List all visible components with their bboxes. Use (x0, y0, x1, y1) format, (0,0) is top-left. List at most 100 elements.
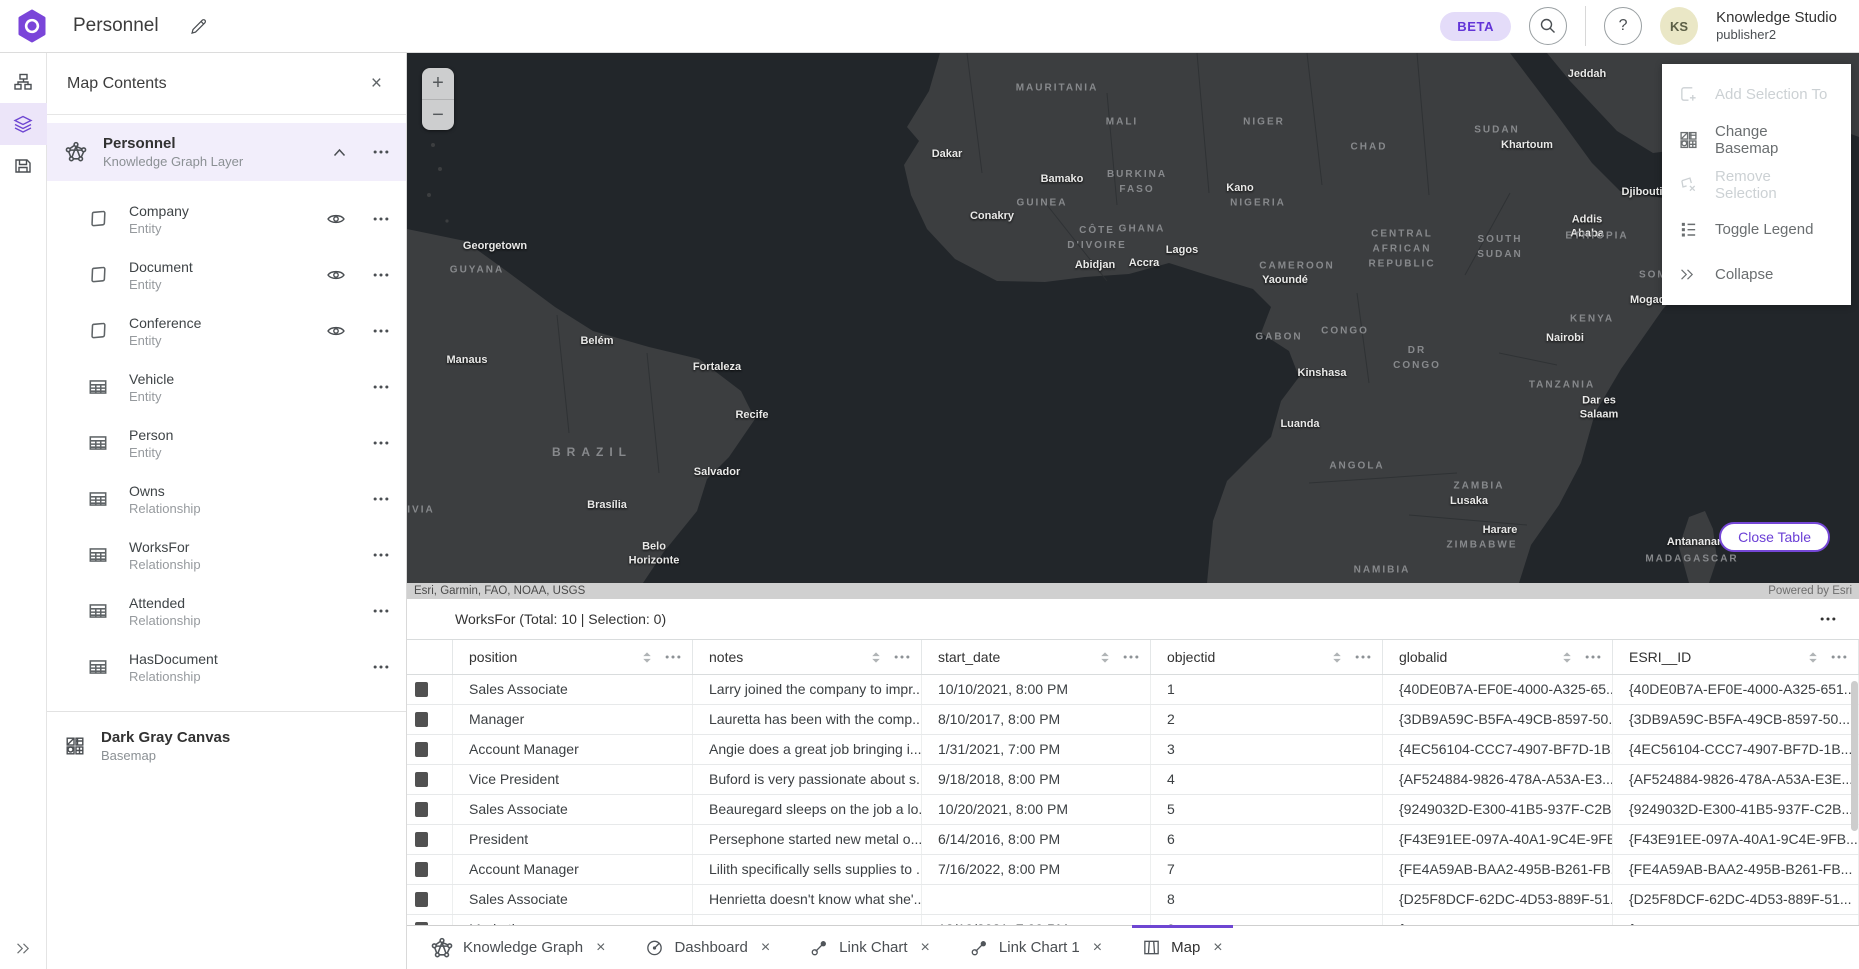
row-select-cell (407, 825, 453, 854)
layer-item-conference[interactable]: ConferenceEntity (47, 303, 406, 359)
layer-item-vehicle[interactable]: VehicleEntity (47, 359, 406, 415)
tab-link-chart[interactable]: Link Chart× (790, 926, 950, 969)
table-scrollbar[interactable] (1851, 679, 1858, 923)
column-options-icon[interactable] (1830, 648, 1848, 666)
layer-name: Vehicle (129, 371, 174, 387)
table-row: PresidentPersephone started new metal o.… (407, 825, 1859, 855)
table-row: Sales AssociateBeauregard sleeps on the … (407, 795, 1859, 825)
layer-item-owns[interactable]: OwnsRelationship (47, 471, 406, 527)
menu-item-label: Remove Selection (1715, 168, 1834, 202)
cell-objectid: 1 (1151, 675, 1383, 704)
sort-carets-icon[interactable] (1331, 650, 1343, 665)
avatar[interactable]: KS (1660, 7, 1698, 45)
table-body: Sales AssociateLarry joined the company … (407, 675, 1859, 925)
double-chevron-right-icon[interactable] (15, 940, 32, 957)
tab-close-icon[interactable]: × (761, 940, 770, 956)
more-options-icon[interactable] (372, 266, 390, 284)
tab-map[interactable]: Map× (1122, 926, 1243, 969)
layer-item-document[interactable]: DocumentEntity (47, 247, 406, 303)
user-block[interactable]: Knowledge Studio publisher2 (1716, 8, 1837, 44)
cell-start_date: 1/31/2021, 7:00 PM (922, 735, 1151, 764)
eye-icon[interactable] (326, 321, 346, 341)
layer-item-hasdocument[interactable]: HasDocumentRelationship (47, 639, 406, 695)
layer-item-worksfor[interactable]: WorksForRelationship (47, 527, 406, 583)
tab-knowledge-graph[interactable]: Knowledge Graph× (411, 926, 625, 969)
cell-start_date: 10/10/2021, 8:00 PM (922, 675, 1151, 704)
sort-carets-icon[interactable] (1099, 650, 1111, 665)
more-options-icon[interactable] (372, 658, 390, 676)
more-options-icon[interactable] (372, 210, 390, 228)
layer-actions (372, 434, 390, 452)
tab-close-icon[interactable]: × (1093, 940, 1102, 956)
layer-name: Conference (129, 315, 201, 331)
row-checkbox[interactable] (415, 712, 428, 727)
search-button[interactable] (1529, 7, 1567, 45)
close-table-button[interactable]: Close Table (1719, 522, 1830, 552)
zoom-out-button[interactable]: − (422, 99, 454, 130)
layer-actions (326, 321, 390, 341)
table-options-icon[interactable] (1819, 610, 1837, 628)
row-checkbox[interactable] (415, 742, 428, 757)
column-options-icon[interactable] (1354, 648, 1372, 666)
column-options-icon[interactable] (1584, 648, 1602, 666)
tab-link-chart-1[interactable]: Link Chart 1× (950, 926, 1122, 969)
more-options-icon[interactable] (372, 143, 390, 161)
rail-item-layers[interactable] (0, 103, 47, 145)
column-options-icon[interactable] (664, 648, 682, 666)
menu-item-collapse[interactable]: Collapse (1662, 252, 1851, 297)
tab-dashboard[interactable]: Dashboard × (625, 926, 790, 969)
cell-esri_id: {D25F8DCF-62DC-4D53-889F-51... (1613, 885, 1859, 914)
column-options-icon[interactable] (1122, 648, 1140, 666)
sort-carets-icon[interactable] (870, 650, 882, 665)
sort-carets-icon[interactable] (1561, 650, 1573, 665)
menu-item-change-basemap[interactable]: Change Basemap (1662, 117, 1851, 162)
rail-item-sitemap[interactable] (0, 61, 47, 103)
sort-carets-icon[interactable] (1807, 650, 1819, 665)
layer-group-text: Personnel Knowledge Graph Layer (103, 135, 333, 169)
row-checkbox[interactable] (415, 892, 428, 907)
more-options-icon[interactable] (372, 490, 390, 508)
table-row: Account ManagerAngie does a great job br… (407, 735, 1859, 765)
zoom-in-button[interactable]: + (422, 68, 454, 99)
more-options-icon[interactable] (372, 378, 390, 396)
layer-item-person[interactable]: PersonEntity (47, 415, 406, 471)
column-header-start_date: start_date (922, 640, 1151, 674)
basemap-item[interactable]: Dark Gray Canvas Basemap (47, 714, 406, 778)
column-options-icon[interactable] (893, 648, 911, 666)
sort-carets-icon[interactable] (641, 650, 653, 665)
menu-item-toggle-legend[interactable]: Toggle Legend (1662, 207, 1851, 252)
rail-item-save[interactable] (0, 145, 47, 187)
row-checkbox[interactable] (415, 682, 428, 697)
layer-group-personnel[interactable]: Personnel Knowledge Graph Layer (47, 123, 406, 181)
help-button[interactable]: ? (1604, 7, 1642, 45)
row-checkbox[interactable] (415, 832, 428, 847)
row-checkbox[interactable] (415, 862, 428, 877)
link-chart-icon (970, 938, 989, 957)
more-options-icon[interactable] (372, 322, 390, 340)
cell-notes: Beauregard sleeps on the job a lo... (693, 795, 922, 824)
tab-close-icon[interactable]: × (921, 940, 930, 956)
tab-close-icon[interactable]: × (596, 940, 605, 956)
cell-start_date: 9/18/2018, 8:00 PM (922, 765, 1151, 794)
powered-by-esri: Powered by Esri (1768, 585, 1852, 597)
tab-close-icon[interactable]: × (1213, 940, 1222, 956)
row-checkbox[interactable] (415, 802, 428, 817)
edit-pencil-icon[interactable] (189, 17, 208, 36)
cell-start_date: 8/10/2017, 8:00 PM (922, 705, 1151, 734)
eye-icon[interactable] (326, 265, 346, 285)
cell-start_date (922, 885, 1151, 914)
row-checkbox[interactable] (415, 772, 428, 787)
more-options-icon[interactable] (372, 602, 390, 620)
tab-label: Dashboard (674, 939, 747, 956)
layer-actions (326, 209, 390, 229)
eye-icon[interactable] (326, 209, 346, 229)
more-options-icon[interactable] (372, 434, 390, 452)
chevron-up-icon[interactable] (333, 148, 346, 157)
cell-esri_id: {9249032D-E300-41B5-937F-C2B... (1613, 795, 1859, 824)
more-options-icon[interactable] (372, 546, 390, 564)
layer-item-company[interactable]: CompanyEntity (47, 191, 406, 247)
map-canvas[interactable]: JeddahKhartoumDakarBamakoKanoConakryDjib… (407, 53, 1859, 599)
close-icon[interactable]: × (371, 74, 382, 93)
layer-item-attended[interactable]: AttendedRelationship (47, 583, 406, 639)
row-select-cell (407, 675, 453, 704)
